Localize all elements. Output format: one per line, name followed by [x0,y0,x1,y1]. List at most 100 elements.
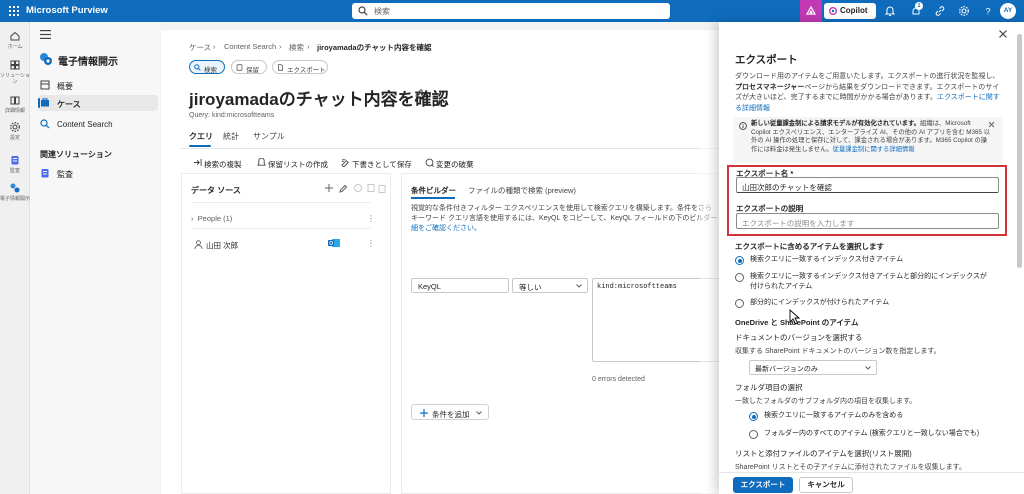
copilot-accent-icon[interactable] [800,0,822,22]
scrollbar-thumb[interactable] [1017,34,1022,268]
search-icon [40,119,50,129]
nav-item-label: ケース [57,100,81,109]
export-name-value: 山田次郎のチャットを確認 [742,182,832,192]
nav-item-overview[interactable]: 概要 [38,77,158,93]
condition-field-select[interactable]: KeyQL [411,278,509,293]
rail-settings-label: 設定 [9,135,20,141]
data-source-divider [191,228,371,229]
save-icon [341,159,349,167]
data-source-panel: データ ソース › People (1) ⋮ 山田 次郎 O ⋮ [181,173,391,494]
export-icon [277,64,284,71]
audit-icon [41,169,49,178]
rail-item-ediscovery[interactable]: 電子情報開示 [0,182,30,202]
nav-item-audit[interactable]: 監査 [38,165,158,181]
gear-icon[interactable] [958,5,970,17]
radio-unselected [749,430,758,439]
people-group-toggle[interactable]: › People (1) [191,214,232,223]
items-heading: エクスポートに含めるアイテムを選択します [735,242,885,251]
export-description-input[interactable]: エクスポートの説明を入力します [736,213,999,229]
page-title: jiroyamadaのチャット内容を確認 [189,90,449,109]
tab-query[interactable]: クエリ [189,131,213,142]
copy-icon [367,184,375,192]
nav-item-content-search[interactable]: Content Search [38,116,158,132]
tab-samples[interactable]: サンプル [253,131,285,142]
copilot-button[interactable]: Copilot [824,3,876,19]
intro-text: ダウンロード用のアイテムをご用意いたします。エクスポートの進行状況を監視し、 [735,73,1000,80]
data-source-divider [191,202,371,203]
breadcrumb-item[interactable]: ケース [189,42,211,53]
more-options-icon[interactable]: ⋮ [367,214,375,223]
tab-file-type[interactable]: ファイルの種類で検索 (preview) [468,185,576,196]
command-label: 変更の破棄 [436,160,474,169]
close-icon[interactable] [998,29,1008,39]
rail-item-home[interactable]: ホーム [0,30,30,50]
brand-title[interactable]: Microsoft Purview [26,5,108,16]
breadcrumb-item[interactable]: Content Search [224,42,276,51]
global-search-input[interactable]: 検索 [352,3,670,19]
option-indexed-items[interactable]: 検索クエリに一致するインデックス付きアイテム [735,255,1005,266]
copilot-label: Copilot [840,6,868,15]
tab-underline [189,145,211,147]
pill-hold[interactable]: 保留 [231,60,267,74]
pill-export[interactable]: エクスポート [272,60,328,74]
solutions-icon [10,60,20,70]
rail-item-settings[interactable]: 設定 [0,121,30,141]
dismiss-banner-icon[interactable] [988,121,995,128]
list-expansion-description: SharePoint リストとその子アイテムに添付されたファイルを収集します。 [735,464,966,471]
rail-item-learn[interactable]: 詳細情報 [0,94,30,114]
rail-item-solutions[interactable]: ソリューション [0,59,30,85]
rail-audit-label: 監査 [9,168,20,174]
breadcrumb-item[interactable]: 検索 [289,42,304,53]
document-version-label: ドキュメントのバージョンを選択する [735,333,863,342]
tab-statistics[interactable]: 統計 [223,131,239,142]
export-name-input[interactable]: 山田次郎のチャットを確認 [736,177,999,193]
option-indexed-and-partial[interactable]: 検索クエリに一致するインデックス付きアイテムと部分的にインデックスが 付けられた… [735,272,1005,294]
banner-bold-text: 新しい従量課金制による請求モデルが有効化されています。 [751,120,921,127]
folder-option-all[interactable]: フォルダー内のすべてのアイテム (検索クエリと一致しない場合でも) [749,429,999,440]
process-manager-text: プロセスマネージャー [735,83,805,91]
document-version-description: 収集する SharePoint ドキュメントのバージョン数を指定します。 [735,348,941,355]
add-icon [420,409,428,417]
option-label-line2: 付けられたアイテム [750,283,813,290]
person-name[interactable]: 山田 次郎 [206,240,238,251]
pill-label: 検索 [204,66,217,74]
nav-title: 電子情報開示 [58,57,118,68]
overview-icon [40,80,50,90]
edit-icon [339,184,348,193]
description-link[interactable]: 細をご確認ください。 [411,224,719,234]
document-version-select[interactable]: 最新バージョンのみ [749,360,877,375]
audit-icon [11,156,19,165]
condition-operator-select[interactable]: 等しい [512,278,588,293]
rail-home-label: ホーム [7,44,23,50]
ediscovery-icon [10,183,20,193]
add-condition-button[interactable]: 条件を追加 [411,404,489,420]
cancel-button[interactable]: キャンセル [799,477,853,493]
edit-pencil-icon[interactable] [414,88,424,98]
hamburger-icon[interactable] [40,30,51,39]
tab-condition-builder[interactable]: 条件ビルダー [411,185,456,196]
option-label: フォルダー内のすべてのアイテム (検索クエリと一致しない場合でも) [764,430,980,437]
avatar[interactable]: AY [1000,3,1016,19]
pill-search[interactable]: 検索 [189,60,225,74]
folder-option-matching[interactable]: 検索クエリに一致するアイテムのみを含める [749,411,999,422]
bell-icon[interactable] [884,5,896,17]
discard-icon [425,158,434,167]
nav-item-cases[interactable]: ケース [38,95,158,111]
export-button[interactable]: エクスポート [733,477,793,493]
more-options-icon[interactable]: ⋮ [367,239,375,248]
case-icon [41,98,49,107]
command-label: 検索の複製 [204,160,242,169]
notification-count-badge: 1 [915,2,923,10]
command-label: 下書きとして保存 [352,160,412,169]
option-partial-only[interactable]: 部分的にインデックスが付けられたアイテム [735,298,1005,309]
condition-value-text: kind:microsoftteams [597,283,677,291]
delete-icon [378,185,386,193]
ediscovery-icon [38,51,54,67]
link-icon[interactable] [934,5,946,17]
app-launcher-icon[interactable] [9,6,19,16]
chevron-down-icon [576,284,582,288]
billing-info-link[interactable]: 従量課金制に関する詳細情報 [833,146,915,153]
left-rail: ホーム ソリューション 詳細情報 設定 監査 電子情報開示 [0,22,30,494]
help-icon[interactable]: ? [982,5,994,17]
rail-item-audit[interactable]: 監査 [0,154,30,174]
